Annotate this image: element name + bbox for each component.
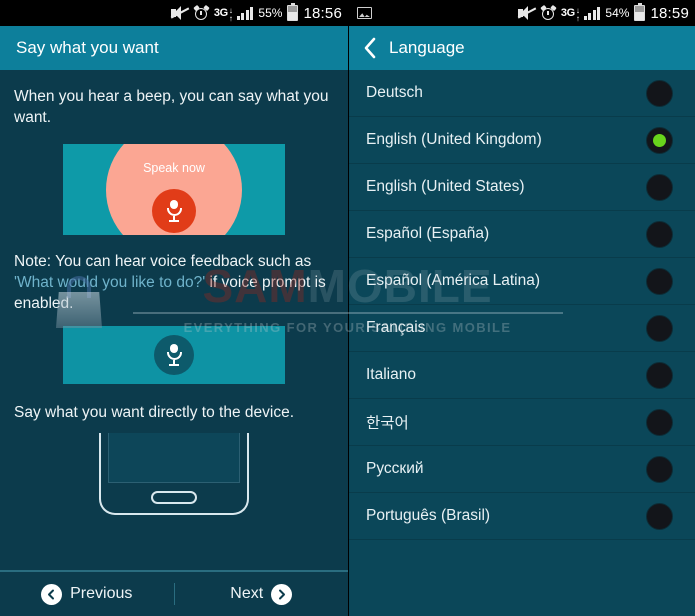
tutorial-intro-text: When you hear a beep, you can say what y… bbox=[14, 88, 329, 126]
device-instruction-text: Say what you want directly to the device… bbox=[14, 404, 295, 421]
right-status-bar: 3G ↓ ↑ 54% 18:59 bbox=[349, 0, 695, 26]
mute-icon bbox=[170, 5, 190, 21]
image-icon bbox=[357, 7, 372, 19]
phone-screen bbox=[108, 433, 240, 483]
list-item[interactable]: English (United States) bbox=[349, 164, 695, 211]
signal-icon bbox=[236, 6, 254, 20]
radio-button[interactable] bbox=[646, 314, 673, 342]
network-type-label: 3G bbox=[560, 6, 575, 19]
sound-waves-icon bbox=[99, 519, 249, 553]
clock-label: 18:59 bbox=[650, 4, 689, 22]
note-quote-text: 'What would you like to do?' bbox=[14, 274, 206, 291]
list-item[interactable]: English (United Kingdom) bbox=[349, 117, 695, 164]
battery-icon bbox=[634, 2, 646, 21]
network-type-label: 3G bbox=[213, 6, 228, 19]
right-phone-screen: 3G ↓ ↑ 54% 18:59 Language Deutsch English… bbox=[348, 0, 695, 616]
mute-icon bbox=[517, 5, 537, 21]
3g-icon: 3G ↓ ↑ bbox=[560, 6, 580, 23]
language-label: Русский bbox=[366, 460, 424, 477]
3g-icon: 3G ↓ ↑ bbox=[213, 6, 233, 23]
mic-graphic bbox=[63, 326, 285, 384]
battery-percent-label: 54% bbox=[605, 6, 630, 20]
signal-icon bbox=[583, 6, 601, 20]
list-item[interactable]: Français bbox=[349, 305, 695, 352]
language-label: Deutsch bbox=[366, 84, 423, 101]
voice-feedback-note: Note: You can hear voice feedback such a… bbox=[14, 235, 334, 314]
page-title: Language bbox=[389, 38, 465, 57]
list-item[interactable]: Italiano bbox=[349, 352, 695, 399]
next-label: Next bbox=[230, 585, 264, 602]
language-label: 한국어 bbox=[366, 415, 409, 432]
radio-button[interactable] bbox=[646, 455, 673, 483]
next-button[interactable]: Next bbox=[175, 583, 349, 605]
list-item[interactable]: Русский bbox=[349, 446, 695, 493]
list-item[interactable]: Português (Brasil) bbox=[349, 493, 695, 540]
left-status-bar: 3G ↓ ↑ 55% 18:56 bbox=[0, 0, 348, 26]
radio-button[interactable] bbox=[646, 361, 673, 389]
left-status-bar-indicators: 3G ↓ ↑ 55% 18:56 bbox=[170, 2, 342, 23]
radio-button[interactable] bbox=[646, 79, 673, 107]
radio-button[interactable] bbox=[646, 267, 673, 295]
page-title: Say what you want bbox=[16, 38, 159, 57]
language-label: Português (Brasil) bbox=[366, 507, 491, 524]
list-item[interactable]: Español (España) bbox=[349, 211, 695, 258]
chevron-right-circle-icon bbox=[271, 583, 293, 605]
language-label: Español (España) bbox=[366, 225, 490, 242]
battery-icon bbox=[287, 2, 299, 21]
previous-label: Previous bbox=[70, 585, 133, 602]
speak-now-caption: Speak now bbox=[143, 161, 205, 175]
language-list: Deutsch English (United Kingdom) English… bbox=[349, 70, 695, 540]
alarm-icon bbox=[540, 4, 557, 21]
radio-button[interactable] bbox=[646, 220, 673, 248]
language-label: English (United Kingdom) bbox=[366, 131, 542, 148]
radio-button-selected[interactable] bbox=[646, 126, 673, 154]
chevron-left-circle-icon bbox=[41, 583, 63, 605]
speak-now-graphic: Speak now bbox=[63, 144, 285, 235]
clock-label: 18:56 bbox=[303, 4, 342, 22]
list-item[interactable]: Español (América Latina) bbox=[349, 258, 695, 305]
dual-screenshot: 3G ↓ ↑ 55% 18:56 Say what you want When y… bbox=[0, 0, 695, 616]
language-label: Italiano bbox=[366, 366, 416, 383]
battery-percent-label: 55% bbox=[258, 6, 283, 20]
chevron-left-icon[interactable] bbox=[363, 37, 377, 59]
right-status-bar-notifications bbox=[357, 7, 518, 19]
microphone-icon bbox=[152, 189, 196, 233]
note-prefix-text: Note: You can hear voice feedback such a… bbox=[14, 253, 312, 270]
list-item[interactable]: Deutsch bbox=[349, 70, 695, 117]
right-status-bar-indicators: 3G ↓ ↑ 54% 18:59 bbox=[517, 2, 689, 23]
phone-home-button bbox=[151, 491, 197, 504]
microphone-icon bbox=[154, 335, 194, 375]
radio-button[interactable] bbox=[646, 502, 673, 530]
language-label: Español (América Latina) bbox=[366, 272, 541, 289]
alarm-icon bbox=[193, 4, 210, 21]
language-label: Français bbox=[366, 319, 426, 336]
radio-button[interactable] bbox=[646, 173, 673, 201]
left-phone-screen: 3G ↓ ↑ 55% 18:56 Say what you want When y… bbox=[0, 0, 348, 616]
list-item[interactable]: 한국어 bbox=[349, 399, 695, 446]
language-label: English (United States) bbox=[366, 178, 525, 195]
language-header: Language bbox=[349, 26, 695, 70]
phone-outline-icon bbox=[99, 433, 249, 551]
left-app-header: Say what you want bbox=[0, 26, 348, 70]
previous-button[interactable]: Previous bbox=[0, 583, 174, 605]
tutorial-nav-bar: Previous Next bbox=[0, 570, 348, 616]
radio-button[interactable] bbox=[646, 408, 673, 436]
tutorial-body: When you hear a beep, you can say what y… bbox=[0, 70, 348, 616]
